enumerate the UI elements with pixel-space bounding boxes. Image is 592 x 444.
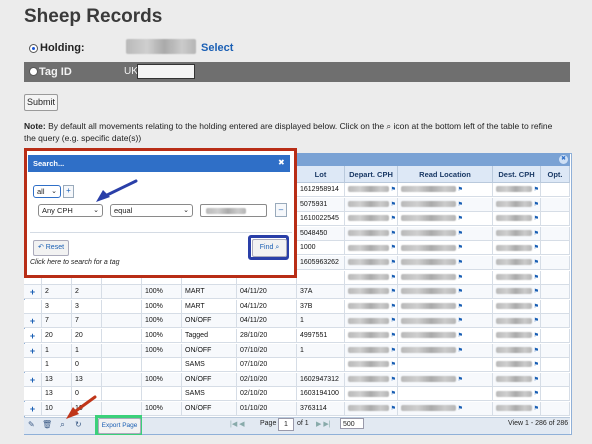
annotation-arrows	[66, 179, 138, 419]
red-arrow-icon	[66, 395, 97, 419]
blue-arrow-icon	[96, 179, 138, 202]
